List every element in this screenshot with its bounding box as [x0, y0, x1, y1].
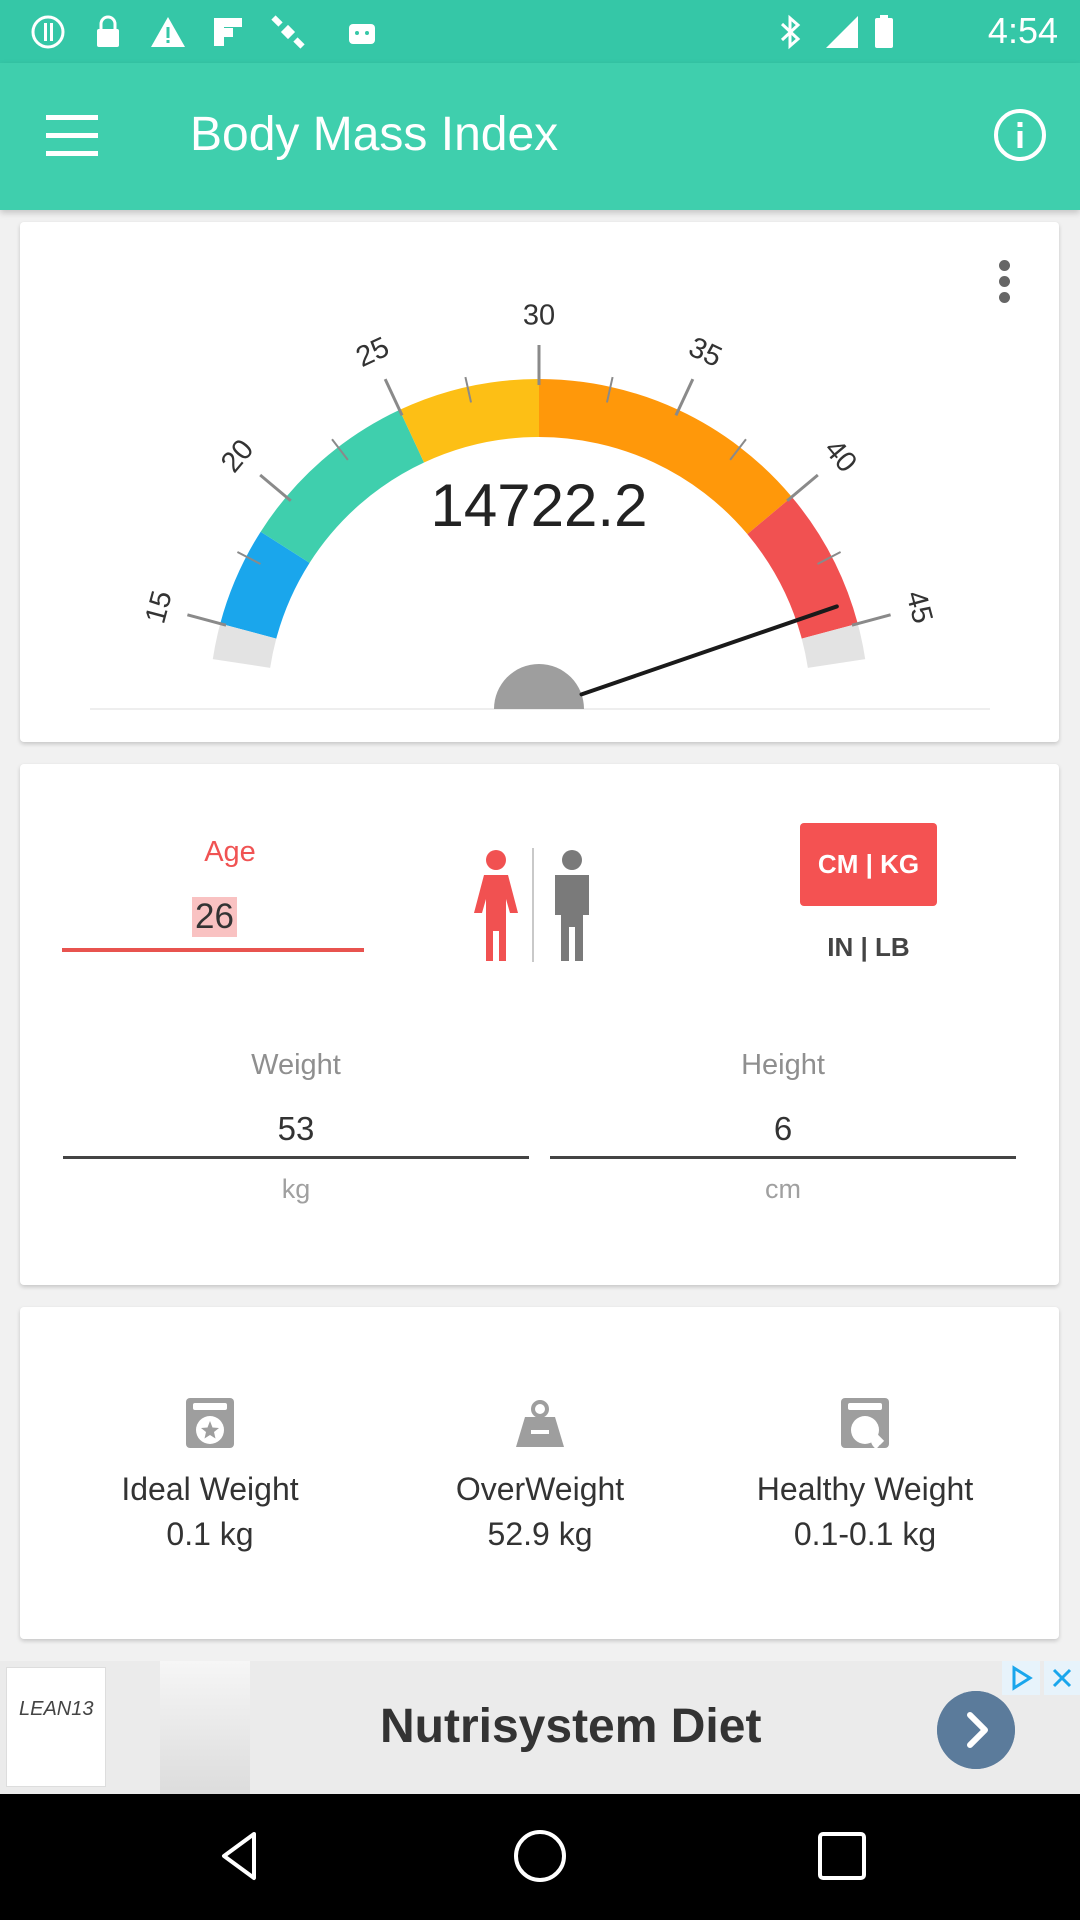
healthy-weight-result: Healthy Weight 0.1-0.1 kg [695, 1397, 1035, 1557]
age-input[interactable]: 26 [192, 897, 237, 937]
status-bar: 4:54 [0, 0, 1080, 63]
gauge-tick-label: 20 [215, 434, 260, 479]
hamburger-menu-icon[interactable] [46, 115, 98, 157]
flipboard-icon [214, 18, 242, 46]
scale-star-icon [186, 1398, 234, 1448]
gauge-segment [260, 409, 425, 563]
lock-icon [97, 15, 119, 47]
ad-choices-icon[interactable] [1002, 1661, 1040, 1695]
input-card: Age 26 CM | KG IN | LB Weight 53 kg Heig… [20, 764, 1059, 1285]
female-icon[interactable] [470, 849, 522, 964]
bluetooth-icon [780, 14, 801, 50]
gauge-tick [383, 378, 404, 416]
gauge-tick-label: 35 [684, 331, 727, 374]
ad-logo: LEAN13 [6, 1667, 106, 1787]
gauge-tick [259, 473, 292, 502]
unit-metric-button[interactable]: CM | KG [800, 823, 937, 906]
ad-photo [160, 1661, 250, 1794]
weight-icon [516, 1400, 564, 1447]
overweight-result: OverWeight 52.9 kg [370, 1397, 710, 1557]
ad-banner[interactable]: LEAN13 Nutrisystem Diet [0, 1661, 1080, 1794]
warning-icon [151, 17, 185, 47]
unit-imperial-button[interactable]: IN | LB [800, 932, 937, 963]
gender-divider [532, 848, 534, 962]
android-icon [349, 24, 375, 44]
height-underline [550, 1156, 1016, 1159]
overweight-label: OverWeight [455, 1471, 625, 1507]
app-title: Body Mass Index [190, 108, 559, 161]
gauge-tick [187, 613, 227, 627]
bmi-value: 14722.2 [431, 472, 648, 539]
height-label: Height [741, 1049, 825, 1081]
height-unit: cm [765, 1174, 801, 1204]
gauge-needle [579, 604, 839, 697]
satellite-icon [271, 15, 305, 49]
bmi-gauge: 15 20 25 30 35 40 45 14722.2 [90, 300, 990, 710]
gauge-tick-label: 30 [523, 300, 555, 332]
weight-label: Weight [251, 1049, 341, 1081]
gauge-needle-hub [494, 664, 584, 709]
gauge-tick-label: 15 [139, 587, 178, 626]
back-icon[interactable] [210, 1826, 270, 1886]
ideal-weight-label: Ideal Weight [121, 1471, 299, 1507]
height-input[interactable]: 6 [550, 1110, 1016, 1148]
age-label: Age [204, 836, 256, 868]
nav-bar [0, 1794, 1080, 1920]
status-time: 4:54 [987, 10, 1058, 51]
ad-logo-text: LEAN13 [19, 1698, 94, 1720]
gauge-tick [786, 473, 819, 502]
home-icon[interactable] [510, 1826, 570, 1886]
app-bar: Body Mass Index [0, 63, 1080, 210]
info-icon[interactable] [993, 108, 1047, 162]
gauge-card: 15 20 25 30 35 40 45 14722.2 [20, 222, 1059, 742]
ideal-weight-value: 0.1 kg [166, 1516, 254, 1552]
gauge-tick-label: 25 [351, 331, 394, 374]
male-icon[interactable] [546, 849, 598, 964]
overweight-value: 52.9 kg [487, 1516, 593, 1552]
gauge-tick-label: 40 [818, 434, 863, 479]
weight-underline [63, 1156, 529, 1159]
weight-unit: kg [281, 1174, 311, 1204]
recents-icon[interactable] [812, 1826, 872, 1886]
healthy-weight-label: Healthy Weight [756, 1471, 974, 1507]
ideal-weight-result: Ideal Weight 0.1 kg [40, 1397, 380, 1557]
battery-icon [875, 15, 893, 48]
scale-heart-icon [841, 1398, 889, 1449]
gauge-tick [851, 613, 891, 627]
gauge-tick-label: 45 [899, 587, 938, 626]
ad-title: Nutrisystem Diet [380, 1700, 762, 1753]
signal-icon [826, 16, 858, 48]
chevron-right-icon[interactable] [937, 1691, 1015, 1769]
alert-circle-icon [31, 15, 65, 49]
age-underline [62, 948, 364, 952]
gauge-tick [674, 378, 695, 416]
healthy-weight-value: 0.1-0.1 kg [793, 1516, 937, 1552]
close-icon[interactable] [1044, 1661, 1080, 1695]
result-card: Ideal Weight 0.1 kg OverWeight 52.9 kg H… [20, 1307, 1059, 1639]
weight-input[interactable]: 53 [63, 1110, 529, 1148]
